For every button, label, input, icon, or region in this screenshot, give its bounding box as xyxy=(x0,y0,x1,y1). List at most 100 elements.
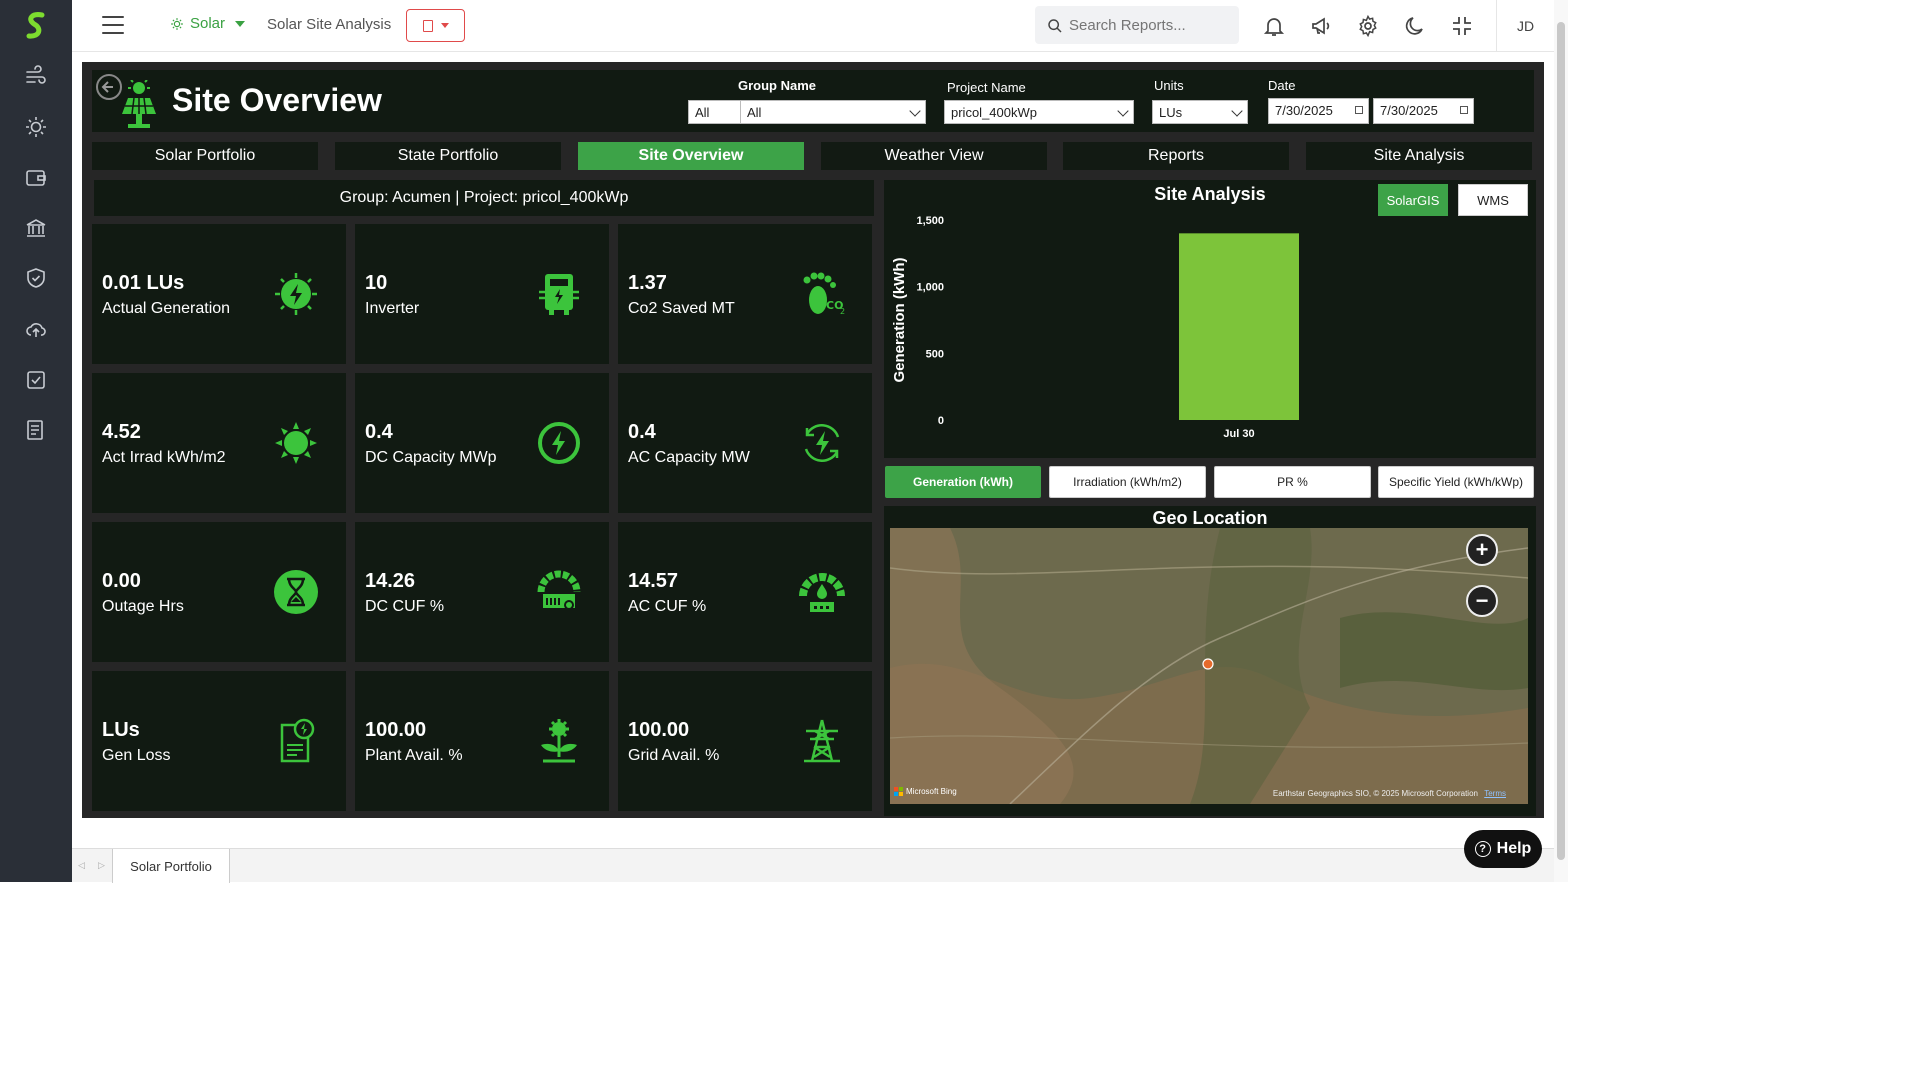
fullscreen-icon[interactable] xyxy=(1450,14,1474,38)
ac-cycle-icon xyxy=(804,424,840,462)
kpi-card-dc-capacity: 0.4 DC Capacity MWp xyxy=(355,373,609,513)
dc-gauge-icon xyxy=(537,570,581,610)
tab-site-overview[interactable]: Site Overview xyxy=(578,142,804,170)
help-button[interactable]: ? Help xyxy=(1464,830,1542,868)
tab-solar-portfolio[interactable]: Solar Portfolio xyxy=(92,142,318,170)
page-tab-solar-portfolio[interactable]: Solar Portfolio xyxy=(112,849,230,883)
scrollbar-thumb[interactable] xyxy=(1557,22,1565,860)
dashboard-header: Site Overview Group Name All All Project… xyxy=(92,70,1534,132)
terms-link[interactable]: Terms xyxy=(1484,789,1506,798)
tab-state-portfolio[interactable]: State Portfolio xyxy=(335,142,561,170)
hamburger-menu-icon[interactable] xyxy=(102,16,124,36)
map-copyright: Earthstar Geographics SIO, © 2025 Micros… xyxy=(1273,789,1506,798)
calendar-icon[interactable] xyxy=(1460,106,1468,114)
left-nav-rail xyxy=(0,0,72,882)
megaphone-icon[interactable] xyxy=(1309,14,1333,38)
metric-pr-button[interactable]: PR % xyxy=(1214,466,1371,498)
bar-jul-30[interactable] xyxy=(1179,233,1299,420)
bottom-tab-bar: ◁ ▷ Solar Portfolio xyxy=(72,848,1554,883)
project-name-label: Project Name xyxy=(947,80,1026,95)
kpi-value: 100.00 xyxy=(628,719,690,741)
kpi-value: 0.00 xyxy=(102,570,141,592)
top-bar: Solar Solar Site Analysis JD xyxy=(72,0,1554,52)
date-to-input[interactable]: 7/30/2025 xyxy=(1373,98,1474,124)
search-input[interactable] xyxy=(1069,15,1229,35)
metric-specific-yield-button[interactable]: Specific Yield (kWh/kWp) xyxy=(1378,466,1534,498)
ac-gauge-icon xyxy=(799,573,845,612)
co2-footprint-icon: CO2 xyxy=(803,272,845,316)
group-select-all[interactable]: All xyxy=(688,100,748,124)
module-selector[interactable]: Solar xyxy=(170,15,246,32)
kpi-value: 10 xyxy=(365,272,388,294)
gear-icon[interactable] xyxy=(1356,14,1380,38)
report-list-icon[interactable] xyxy=(24,418,48,442)
date-from-input[interactable]: 7/30/2025 xyxy=(1268,98,1369,124)
y-tick-label: 1,000 xyxy=(916,282,944,294)
nav-tabs: Solar Portfolio State Portfolio Site Ove… xyxy=(92,142,1534,170)
project-name-select[interactable]: pricol_400kWp xyxy=(944,100,1134,124)
kpi-label: Act Irrad kWh/m2 xyxy=(102,449,226,466)
zoom-out-button[interactable]: − xyxy=(1466,585,1498,617)
export-pdf-button[interactable] xyxy=(406,9,465,42)
bing-attribution: Microsoft Bing xyxy=(894,787,957,796)
kpi-label: Actual Generation xyxy=(102,300,231,317)
bell-icon[interactable] xyxy=(1262,14,1286,38)
sun-icon xyxy=(275,422,317,464)
prev-page-icon[interactable]: ◁ xyxy=(78,860,85,871)
tab-weather-view[interactable]: Weather View xyxy=(821,142,1047,170)
units-select[interactable]: LUs xyxy=(1152,100,1248,124)
solar-panel-logo-icon xyxy=(122,80,156,128)
checkbox-icon[interactable] xyxy=(24,368,48,392)
cloud-upload-icon[interactable] xyxy=(24,317,48,341)
kpi-label: Inverter xyxy=(365,300,420,317)
kpi-value: 1.37 xyxy=(628,272,667,294)
page-title: Site Overview xyxy=(172,82,382,118)
shield-check-icon[interactable] xyxy=(24,266,48,290)
satellite-map[interactable]: + − Microsoft Bing Earthstar Geographics… xyxy=(890,528,1528,804)
dashboard-frame: Site Overview Group Name All All Project… xyxy=(82,62,1544,818)
sun-small-icon xyxy=(171,17,183,30)
y-tick-label: 0 xyxy=(938,415,944,427)
geo-location-panel: Geo Location + − Microsoft Bing Earthsta… xyxy=(884,506,1536,816)
kpi-value: LUs xyxy=(102,719,140,741)
group-name-select[interactable]: All xyxy=(740,100,926,124)
kpi-card-act-irrad: 4.52 Act Irrad kWh/m2 xyxy=(92,373,346,513)
kpi-value: 0.01 LUs xyxy=(102,272,185,294)
kpi-card-ac-capacity: 0.4 AC Capacity MW xyxy=(618,373,872,513)
kpi-label: Co2 Saved MT xyxy=(628,300,735,317)
chevron-down-icon xyxy=(1117,105,1129,117)
group-project-banner: Group: Acumen | Project: pricol_400kWp xyxy=(94,180,874,216)
lightning-sun-icon xyxy=(275,273,317,315)
kpi-value: 14.26 xyxy=(365,570,416,592)
group-name-label: Group Name xyxy=(738,78,817,93)
wallet-icon[interactable] xyxy=(24,166,48,190)
wind-icon[interactable] xyxy=(24,64,48,88)
next-page-icon[interactable]: ▷ xyxy=(98,860,105,871)
sun-nav-icon[interactable] xyxy=(24,115,48,139)
search-icon xyxy=(1048,19,1062,33)
tab-reports[interactable]: Reports xyxy=(1063,142,1289,170)
chevron-down-icon xyxy=(909,105,921,117)
kpi-value: 0.4 xyxy=(628,421,656,443)
chevron-down-icon xyxy=(235,20,246,27)
zoom-in-button[interactable]: + xyxy=(1466,534,1498,566)
bank-icon[interactable] xyxy=(24,216,48,240)
user-avatar[interactable]: JD xyxy=(1496,0,1554,52)
help-question-icon: ? xyxy=(1474,841,1491,857)
moon-icon[interactable] xyxy=(1403,14,1427,38)
page-scrollbar[interactable] xyxy=(1554,0,1568,882)
calendar-icon[interactable] xyxy=(1355,106,1363,114)
app-logo-icon[interactable] xyxy=(22,10,50,42)
kpi-card-plant-avail: 100.00 Plant Avail. % xyxy=(355,671,609,811)
kpi-label: DC CUF % xyxy=(365,598,445,615)
site-analysis-chart-panel: Site Analysis SolarGIS WMS 0 500 1,000 1,50… xyxy=(884,180,1536,458)
y-tick-label: 500 xyxy=(926,348,944,360)
kpi-card-gen-loss: LUs Gen Loss xyxy=(92,671,346,811)
help-label: Help xyxy=(1496,840,1532,857)
search-box xyxy=(1035,6,1239,44)
metric-generation-button[interactable]: Generation (kWh) xyxy=(885,466,1041,498)
tab-site-analysis[interactable]: Site Analysis xyxy=(1306,142,1532,170)
y-tick-label: 1,500 xyxy=(916,215,944,227)
metric-irradiation-button[interactable]: Irradiation (kWh/m2) xyxy=(1049,466,1206,498)
kpi-value: 0.4 xyxy=(365,421,393,443)
